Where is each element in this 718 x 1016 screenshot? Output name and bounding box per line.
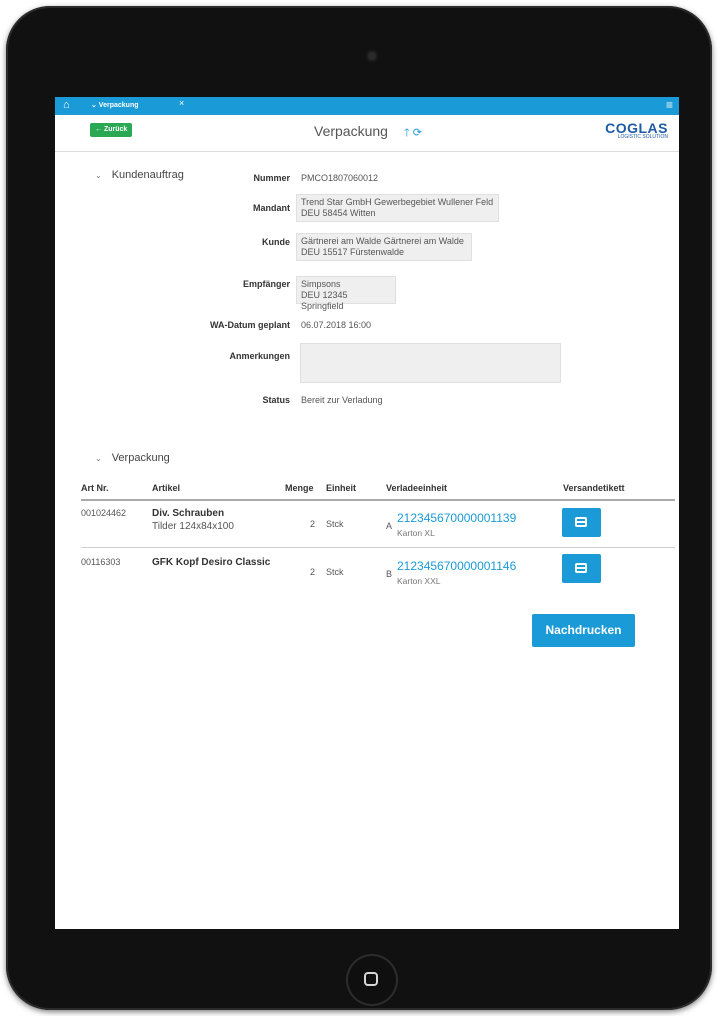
nummer-label: Nummer xyxy=(253,173,290,183)
col-versandetikett[interactable]: Versandetikett xyxy=(563,483,625,493)
empfaenger-line2: DEU 12345 Springfield xyxy=(301,290,348,311)
top-tab-bar: ⌂ ⌄ Verpackung × ≡ xyxy=(55,97,679,115)
section-title: Verpackung xyxy=(111,452,170,464)
print-label-button[interactable] xyxy=(562,554,601,583)
kunde-field: Gärtnerei am Walde Gärtnerei am Walde DE… xyxy=(296,233,472,261)
anmerkungen-label: Anmerkungen xyxy=(229,351,290,361)
row-menge: 2 xyxy=(310,519,316,529)
page-title: Verpackung xyxy=(314,123,388,139)
mandant-line2: DEU 58454 Witten xyxy=(301,208,376,218)
refresh-icon[interactable]: ⟳ xyxy=(413,127,422,139)
row-lu-letter: A xyxy=(386,521,393,531)
col-art-nr[interactable]: Art Nr. xyxy=(81,483,109,493)
row-lu-letter: B xyxy=(386,569,393,579)
print-label-button[interactable] xyxy=(562,508,601,537)
page-header: ← Zurück Verpackung 🡑 ⟳ COGLAS LOGISTIC … xyxy=(55,115,679,152)
reprint-button[interactable]: Nachdrucken xyxy=(532,614,635,647)
empfaenger-label: Empfänger xyxy=(242,279,290,289)
kunde-line2: DEU 15517 Fürstenwalde xyxy=(301,247,405,257)
col-menge[interactable]: Menge xyxy=(285,483,314,493)
tab-close-icon[interactable]: × xyxy=(179,98,184,108)
chevron-down-icon: ⌄ xyxy=(95,454,102,463)
mandant-label: Mandant xyxy=(253,203,290,213)
col-einheit[interactable]: Einheit xyxy=(326,483,356,493)
camera xyxy=(366,50,378,62)
empfaenger-line1: Simpsons xyxy=(301,279,341,289)
home-button-icon xyxy=(364,972,378,986)
app-screen: ⌂ ⌄ Verpackung × ≡ ← Zurück Verpackung 🡑… xyxy=(55,97,679,929)
row-menge: 2 xyxy=(310,567,316,577)
nummer-value: PMCO1807060012 xyxy=(301,173,379,183)
row-einheit: Stck xyxy=(326,567,344,577)
wa-datum-label: WA-Datum geplant xyxy=(210,320,290,330)
arrow-up-icon[interactable]: 🡑 xyxy=(404,127,410,139)
row-artikel-sub: Tilder 124x84x100 xyxy=(152,521,234,532)
wa-datum-value: 06.07.2018 16:00 xyxy=(301,320,372,330)
status-value: Bereit zur Verladung xyxy=(301,395,383,405)
row-lu-type: Karton XL xyxy=(397,528,435,538)
kunde-label: Kunde xyxy=(262,237,290,247)
card-icon xyxy=(575,563,587,573)
col-artikel[interactable]: Artikel xyxy=(152,483,180,493)
card-icon xyxy=(575,517,587,527)
row-lu-number-link[interactable]: 212345670000001139 xyxy=(397,511,516,525)
mandant-field: Trend Star GmbH Gewerbegebiet Wullener F… xyxy=(296,194,499,222)
logo: COGLAS LOGISTIC SOLUTION xyxy=(605,120,668,140)
row-lu-type: Karton XXL xyxy=(397,576,441,586)
hamburger-icon[interactable]: ≡ xyxy=(666,98,673,112)
row-divider xyxy=(81,547,675,548)
home-icon[interactable]: ⌂ xyxy=(63,99,70,111)
row-artikel: Div. Schrauben xyxy=(152,508,225,519)
home-hardware-button[interactable] xyxy=(346,954,398,1006)
kunde-line1: Gärtnerei am Walde Gärtnerei am Walde xyxy=(301,236,464,246)
tab-verpackung[interactable]: ⌄ Verpackung xyxy=(91,101,139,109)
row-artikel: GFK Kopf Desiro Classic xyxy=(152,557,271,568)
col-verladeeinheit[interactable]: Verladeeinheit xyxy=(386,483,447,493)
row-lu-number-link[interactable]: 212345670000001146 xyxy=(397,559,516,573)
mandant-line1: Trend Star GmbH Gewerbegebiet Wullener F… xyxy=(301,197,494,207)
back-button[interactable]: ← Zurück xyxy=(90,123,133,137)
table-header-divider xyxy=(81,499,675,501)
row-art-nr: 001024462 xyxy=(81,508,127,518)
row-einheit: Stck xyxy=(326,519,344,529)
row-art-nr: 00116303 xyxy=(81,557,121,567)
section-verpackung-toggle[interactable]: ⌄ Verpackung xyxy=(95,452,170,464)
anmerkungen-field[interactable] xyxy=(300,343,561,383)
status-label: Status xyxy=(262,395,290,405)
empfaenger-field: Simpsons DEU 12345 Springfield xyxy=(296,276,396,311)
